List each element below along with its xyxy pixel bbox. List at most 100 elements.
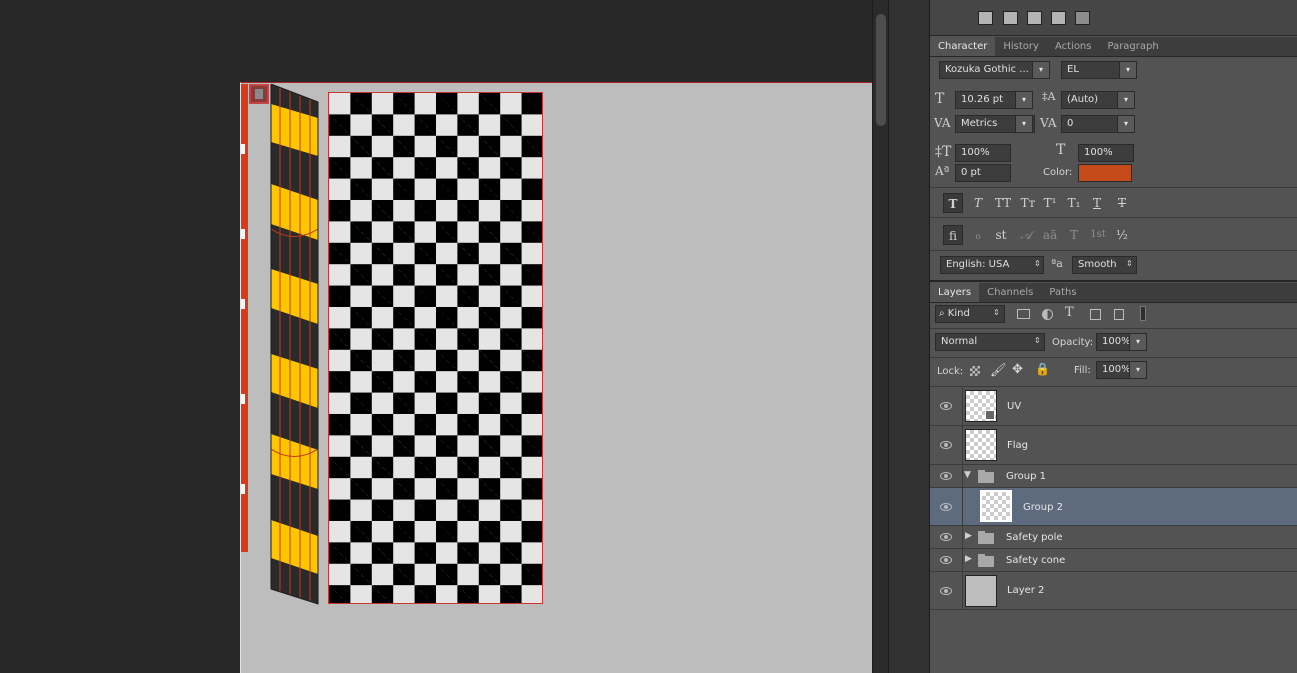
underline-button[interactable]: T [1087, 193, 1107, 213]
distort-icon[interactable] [1003, 11, 1018, 25]
text-color-swatch[interactable] [1078, 164, 1132, 182]
chevron-down-icon[interactable]: ▾ [1129, 361, 1147, 379]
vertical-scrollbar[interactable] [872, 0, 888, 673]
eye-icon[interactable] [940, 402, 952, 410]
layer-row[interactable]: UV [930, 387, 1297, 426]
eye-icon[interactable] [940, 556, 952, 564]
small-caps-button[interactable]: Tт [1016, 193, 1040, 213]
chevron-down-icon[interactable]: ▾ [1015, 91, 1033, 109]
stepper-arrows-icon: ⇕ [1034, 259, 1041, 268]
opacity-label: Opacity: [1052, 337, 1094, 348]
filter-toggle-icon[interactable] [1140, 306, 1146, 321]
strikethrough-button[interactable]: T [1112, 193, 1132, 213]
filter-pixel-icon[interactable] [1017, 309, 1030, 319]
transform-handle[interactable] [249, 84, 269, 104]
safety-pole-artwork [270, 84, 319, 605]
lock-transparent-icon[interactable] [970, 366, 980, 376]
superscript-button[interactable]: T¹ [1040, 193, 1060, 213]
layer-thumbnail [965, 575, 997, 607]
blend-mode-select[interactable]: Normal [935, 333, 1045, 351]
search-icon: ⌕ [939, 308, 948, 319]
baseline-shift-icon: Aª [935, 164, 950, 178]
layer-name: Safety cone [1006, 555, 1066, 566]
checkerboard-flag-texture [328, 92, 543, 604]
discretionary-ligatures-button[interactable]: ℴ [968, 225, 988, 245]
eye-icon[interactable] [940, 472, 952, 480]
faux-italic-button[interactable]: T [968, 193, 988, 213]
layer-thumbnail [965, 390, 997, 422]
filter-adjustment-icon[interactable] [1042, 309, 1053, 320]
layer-row[interactable]: ▶ Safety cone [930, 549, 1297, 572]
swash-button[interactable]: 𝒜 [1016, 225, 1036, 245]
horizontal-scale-icon: T [1056, 142, 1066, 158]
tab-actions[interactable]: Actions [1047, 37, 1100, 56]
stylistic-alternates-button[interactable]: aā [1038, 225, 1062, 245]
layers-tabs: Layers Channels Paths [930, 283, 1297, 303]
perspective-icon[interactable] [1027, 11, 1042, 25]
layer-row[interactable]: Group 2 [930, 488, 1297, 526]
titling-alternates-button[interactable]: T [1064, 225, 1084, 245]
layer-row[interactable]: ▶ Safety pole [930, 526, 1297, 549]
tab-channels[interactable]: Channels [979, 283, 1041, 302]
ordinals-button[interactable]: 1st [1086, 225, 1110, 245]
tab-history[interactable]: History [995, 37, 1047, 56]
tab-character[interactable]: Character [930, 37, 996, 56]
eye-icon[interactable] [940, 587, 952, 595]
tab-paths[interactable]: Paths [1041, 283, 1084, 302]
filter-smart-object-icon[interactable] [1114, 309, 1124, 320]
smart-object-icon [985, 410, 995, 420]
stepper-arrows-icon: ⇕ [1034, 336, 1041, 345]
filter-type-icon[interactable]: T [1065, 305, 1074, 320]
chevron-down-icon[interactable]: ▾ [1032, 61, 1050, 79]
warp-icon[interactable] [978, 11, 993, 25]
chevron-down-icon[interactable]: ▾ [1129, 333, 1147, 351]
chevron-down-icon[interactable]: ▾ [1119, 61, 1137, 79]
font-style-select[interactable]: EL [1061, 61, 1121, 79]
panel-dock-strip [888, 0, 930, 673]
tab-layers[interactable]: Layers [930, 283, 980, 302]
chevron-down-icon[interactable]: ▾ [1117, 91, 1135, 109]
cancel-transform-icon[interactable] [1051, 11, 1066, 25]
ligatures-button[interactable]: fi [943, 225, 963, 245]
layer-name: Flag [1007, 440, 1029, 451]
all-caps-button[interactable]: TT [991, 193, 1015, 213]
contextual-alternates-button[interactable]: st [991, 225, 1011, 245]
photoshop-window: Character History Actions Paragraph Kozu… [0, 0, 1297, 673]
baseline-shift-field[interactable]: 0 pt [955, 164, 1011, 182]
horizontal-scale-field[interactable]: 100% [1078, 144, 1134, 162]
font-size-icon: T [935, 91, 945, 107]
tab-paragraph[interactable]: Paragraph [1099, 37, 1166, 56]
faux-bold-button[interactable]: T [943, 193, 963, 213]
opacity-field[interactable]: 100% [1096, 333, 1131, 351]
layer-row[interactable]: Flag [930, 426, 1297, 465]
chevron-down-icon[interactable]: ▾ [1117, 115, 1135, 133]
collapse-arrow-icon[interactable]: ▶ [965, 554, 972, 564]
layer-row[interactable]: ▼ Group 1 [930, 465, 1297, 488]
lock-icon[interactable]: 🔒 [1035, 362, 1050, 376]
layer-row[interactable]: Layer 2 [930, 572, 1297, 610]
chevron-down-icon[interactable]: ▾ [1015, 115, 1033, 133]
collapse-arrow-icon[interactable]: ▶ [965, 531, 972, 541]
fractions-button[interactable]: ½ [1112, 225, 1132, 245]
eye-icon[interactable] [940, 503, 952, 511]
eye-icon[interactable] [940, 441, 952, 449]
expand-arrow-icon[interactable]: ▼ [964, 470, 971, 480]
language-select[interactable]: English: USA [940, 256, 1044, 274]
character-tabs: Character History Actions Paragraph [930, 37, 1297, 57]
canvas-workspace[interactable] [0, 0, 872, 673]
layer-name: Group 1 [1006, 471, 1046, 482]
subscript-button[interactable]: T₁ [1064, 193, 1084, 213]
font-family-select[interactable]: Kozuka Gothic ... [939, 61, 1033, 79]
move-icon[interactable]: ✥ [1012, 362, 1023, 377]
filter-shape-icon[interactable] [1090, 309, 1101, 320]
scrollbar-thumb[interactable] [876, 14, 886, 126]
vertical-scale-field[interactable]: 100% [955, 144, 1011, 162]
stepper-arrows-icon: ⇕ [1126, 259, 1133, 268]
commit-transform-icon[interactable] [1075, 11, 1090, 25]
fill-field[interactable]: 100% [1096, 361, 1131, 379]
tracking-icon: VA [1040, 116, 1057, 130]
lock-label: Lock: [937, 366, 964, 377]
eye-icon[interactable] [940, 533, 952, 541]
leading-icon: ‡A [1042, 90, 1056, 103]
brush-icon[interactable]: 🖌 [990, 363, 1007, 378]
